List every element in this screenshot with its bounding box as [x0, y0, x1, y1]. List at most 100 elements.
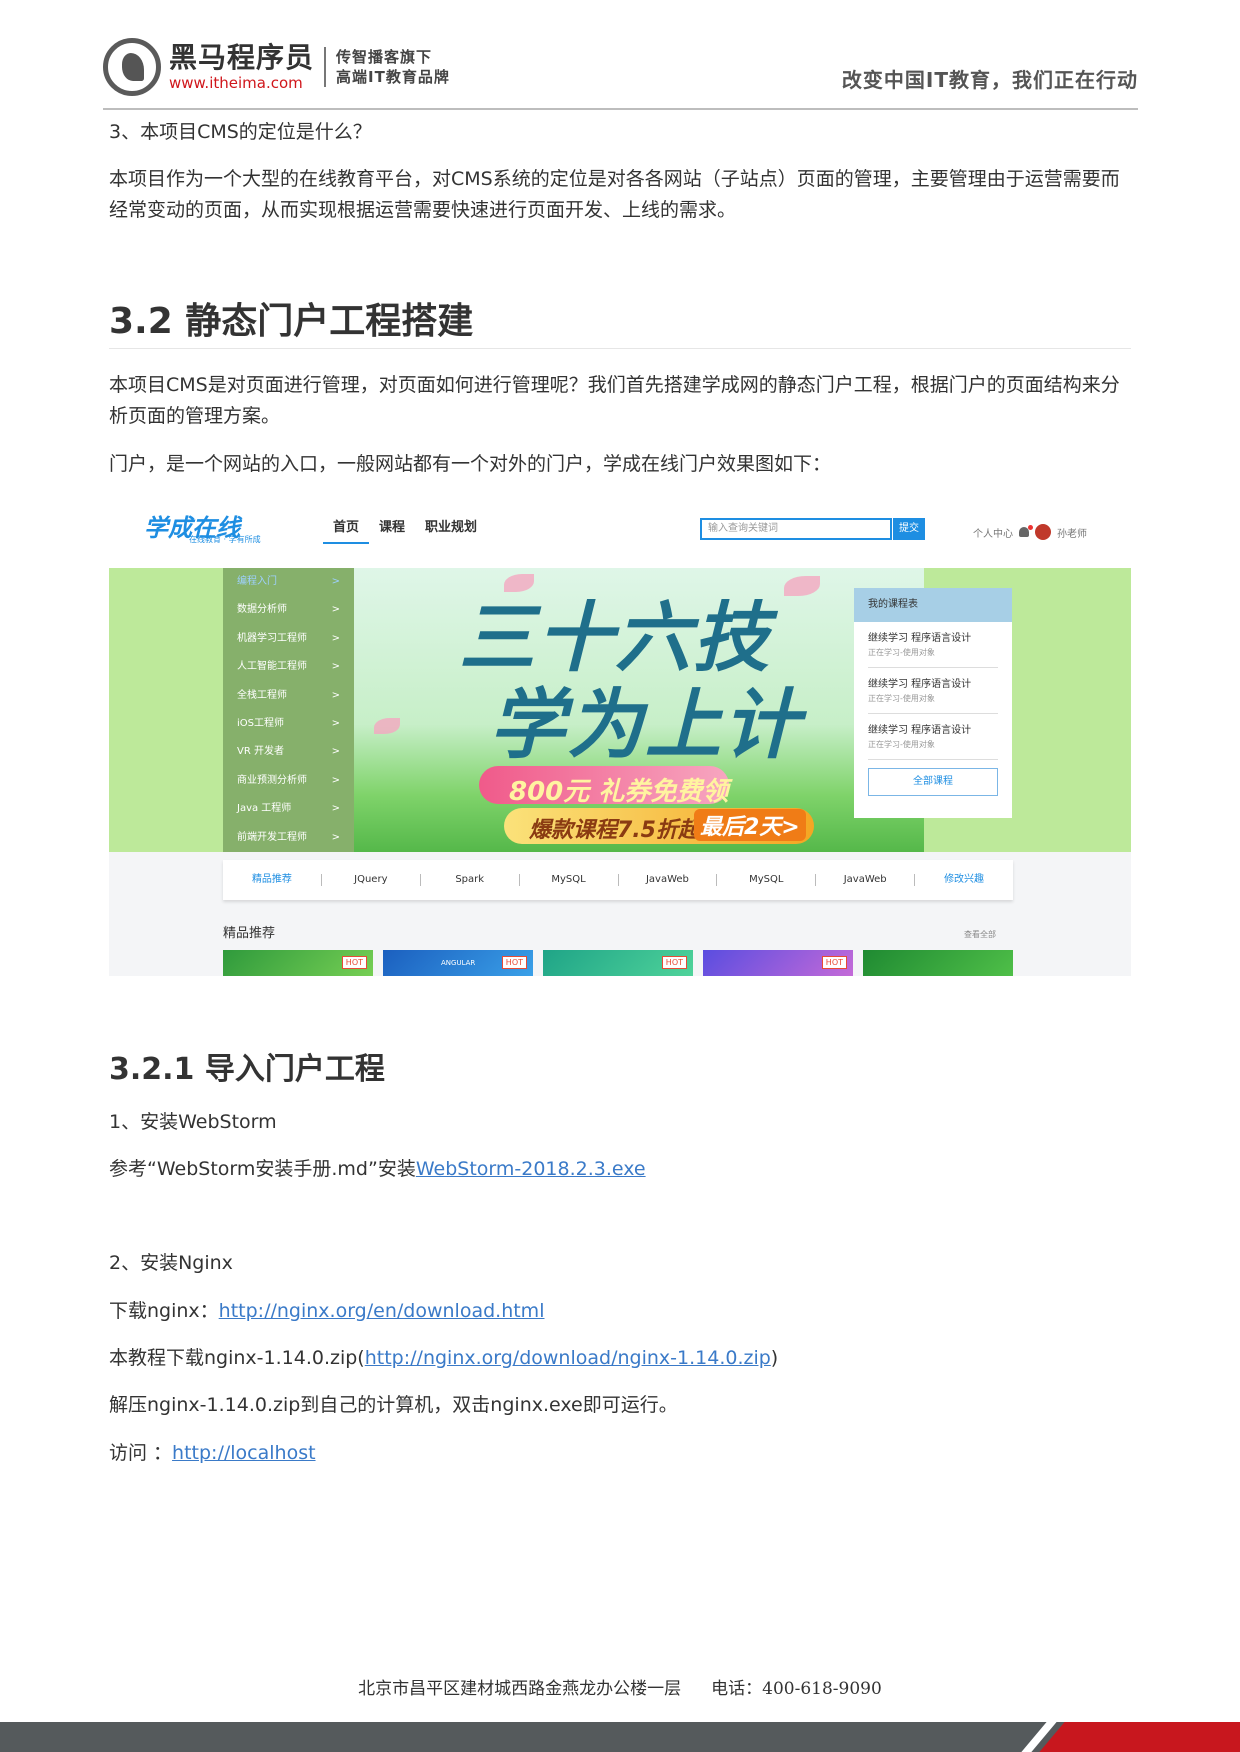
- nginx-download-link[interactable]: http://nginx.org/en/download.html: [219, 1300, 545, 1322]
- portal-user-area: 个人中心 孙老师: [973, 524, 1087, 540]
- course-card[interactable]: [863, 950, 1013, 976]
- nginx-zip-link[interactable]: http://nginx.org/download/nginx-1.14.0.z…: [365, 1347, 771, 1369]
- portal-nav: 首页 课程 职业规划: [323, 518, 487, 544]
- tab-mysql[interactable]: MySQL: [520, 874, 619, 886]
- panel-title: 我的课程表: [854, 588, 1012, 622]
- visit-line: 访问 ：http://localhost: [109, 1438, 1134, 1469]
- chevron-right-icon: >: [331, 717, 340, 729]
- tab-jquery[interactable]: JQuery: [322, 874, 421, 886]
- category-item[interactable]: 人工智能工程师 >: [223, 653, 354, 681]
- interest-tabs: 精品推荐 JQuery Spark MySQL JavaWeb MySQL Ja…: [223, 860, 1013, 900]
- section-heading-3-2: 3.2 静态门户工程搭建: [109, 301, 474, 342]
- header-logo: 黑马程序员 www.itheima.com 传智播客旗下 高端IT教育品牌: [103, 38, 450, 96]
- course-entry-title: 继续学习 程序语言设计: [868, 633, 972, 644]
- footer-phone: 电话：400-618-9090: [711, 1679, 882, 1699]
- user-center-link[interactable]: 个人中心: [973, 525, 1013, 540]
- banner-artwork[interactable]: 三十六技 学为上计 800元 礼券免费领 爆款课程7.5折起 最后2天>: [354, 568, 924, 852]
- hot-badge: HOT: [821, 956, 847, 969]
- portal-screenshot: 学成在线 在线教育 · 学有所成 首页 课程 职业规划 输入查询关键词 提交 个…: [109, 498, 1131, 976]
- visit-label: 访问 ：: [109, 1442, 173, 1464]
- course-entry[interactable]: 继续学习 程序语言设计 正在学习-使用对象: [868, 622, 998, 668]
- chevron-right-icon: >: [331, 746, 340, 758]
- course-entry-status: 正在学习-使用对象: [868, 694, 935, 703]
- step-1-prefix: 参考“WebStorm安装手册.md”安装: [109, 1158, 416, 1180]
- nav-home[interactable]: 首页: [323, 518, 370, 544]
- slogan-line-1: 传智播客旗下: [336, 48, 433, 66]
- footer-address-line: 北京市昌平区建材城西路金燕龙办公楼一层 电话：400-618-9090: [0, 1674, 1240, 1699]
- all-courses-button[interactable]: 全部课程: [868, 768, 998, 796]
- tutorial-line: 本教程下载nginx-1.14.0.zip(http://nginx.org/d…: [109, 1343, 1134, 1374]
- category-item[interactable]: 机器学习工程师 >: [223, 625, 354, 653]
- banner-headline-2: 学为上计: [489, 680, 801, 769]
- horse-logo-icon: [103, 38, 161, 96]
- view-all-link[interactable]: 查看全部: [964, 929, 996, 940]
- my-courses-panel: 我的课程表 继续学习 程序语言设计 正在学习-使用对象 继续学习 程序语言设计 …: [854, 588, 1012, 818]
- question-3: 3、本项目CMS的定位是什么？: [109, 121, 372, 143]
- footer-bar: [0, 1722, 1240, 1752]
- tab-featured[interactable]: 精品推荐: [223, 874, 322, 886]
- category-item[interactable]: 前端开发工程师 >: [223, 824, 354, 852]
- tab-mysql-2[interactable]: MySQL: [717, 874, 817, 886]
- course-entry-status: 正在学习-使用对象: [868, 740, 935, 749]
- unzip-instruction: 解压nginx-1.14.0.zip到自己的计算机，双击nginx.exe即可运…: [109, 1394, 678, 1416]
- chevron-right-icon: >: [331, 604, 340, 616]
- step-1-heading: 1、安装WebStorm: [109, 1111, 277, 1133]
- course-card[interactable]: HOT: [703, 950, 853, 976]
- localhost-link[interactable]: http://localhost: [172, 1442, 316, 1464]
- course-entry[interactable]: 继续学习 程序语言设计 正在学习-使用对象: [868, 668, 998, 714]
- footer-stripe-red: [1039, 1722, 1240, 1752]
- header-divider: [103, 108, 1138, 110]
- course-entry-title: 继续学习 程序语言设计: [868, 725, 972, 736]
- tutorial-suffix: ): [770, 1347, 779, 1369]
- category-item[interactable]: Java 工程师 >: [223, 795, 354, 823]
- featured-section-title: 精品推荐: [223, 926, 276, 941]
- course-card[interactable]: ANGULAR HOT: [383, 950, 533, 976]
- hot-badge: HOT: [661, 956, 687, 969]
- brand-url: www.itheima.com: [169, 74, 303, 92]
- heading-divider: [109, 348, 1131, 349]
- tab-javaweb-2[interactable]: JavaWeb: [816, 874, 916, 886]
- category-item[interactable]: 编程入门 >: [223, 568, 354, 596]
- chevron-right-icon: >: [331, 803, 340, 815]
- step-2-heading: 2、安装Nginx: [109, 1252, 233, 1274]
- angular-label: ANGULAR: [441, 959, 476, 967]
- portal-search-input[interactable]: 输入查询关键词: [700, 518, 892, 540]
- course-card[interactable]: HOT: [543, 950, 693, 976]
- category-item[interactable]: 全栈工程师 >: [223, 682, 354, 710]
- nav-career[interactable]: 职业规划: [415, 518, 487, 542]
- category-item[interactable]: iOS工程师 >: [223, 710, 354, 738]
- course-card[interactable]: HOT: [223, 950, 373, 976]
- nav-courses[interactable]: 课程: [369, 518, 415, 542]
- petal-decoration: [784, 576, 820, 596]
- bell-icon[interactable]: [1019, 525, 1033, 537]
- section-heading-3-2-1: 3.2.1 导入门户工程: [109, 1052, 385, 1087]
- banner-coupon-text: 800元 礼券免费领: [509, 777, 729, 807]
- brand-name: 黑马程序员: [169, 41, 315, 74]
- step-1-text: 参考“WebStorm安装手册.md”安装WebStorm-2018.2.3.e…: [109, 1154, 1134, 1185]
- banner-sale-text: 爆款课程7.5折起: [529, 818, 700, 843]
- header-separator: [324, 47, 327, 87]
- chevron-right-icon: >: [331, 661, 340, 673]
- tab-edit-interests[interactable]: 修改兴趣: [915, 874, 1013, 886]
- footer-address: 北京市昌平区建材城西路金燕龙办公楼一层: [358, 1679, 682, 1699]
- petal-decoration: [374, 718, 400, 734]
- avatar[interactable]: [1035, 524, 1051, 540]
- download-label: 下载nginx：: [109, 1300, 219, 1322]
- course-entry[interactable]: 继续学习 程序语言设计 正在学习-使用对象: [868, 714, 998, 760]
- course-entry-status: 正在学习-使用对象: [868, 648, 935, 657]
- portal-search-button[interactable]: 提交: [893, 518, 925, 540]
- tab-javaweb[interactable]: JavaWeb: [619, 874, 718, 886]
- category-item[interactable]: VR 开发者 >: [223, 738, 354, 766]
- tab-spark[interactable]: Spark: [421, 874, 520, 886]
- hot-badge: HOT: [501, 956, 527, 969]
- question-3-answer: 本项目作为一个大型的在线教育平台，对CMS系统的定位是对各各网站（子站点）页面的…: [109, 168, 1120, 221]
- portal-banner: 三十六技 学为上计 800元 礼券免费领 爆款课程7.5折起 最后2天> 编程入…: [109, 568, 1131, 852]
- category-item[interactable]: 商业预测分析师 >: [223, 767, 354, 795]
- brand-block: 黑马程序员 www.itheima.com: [169, 41, 315, 93]
- chevron-right-icon: >: [331, 831, 340, 843]
- webstorm-installer-link[interactable]: WebStorm-2018.2.3.exe: [416, 1158, 646, 1180]
- user-name[interactable]: 孙老师: [1057, 525, 1087, 540]
- chevron-right-icon: >: [331, 576, 340, 587]
- hot-badge: HOT: [341, 956, 367, 969]
- category-item[interactable]: 数据分析师 >: [223, 596, 354, 624]
